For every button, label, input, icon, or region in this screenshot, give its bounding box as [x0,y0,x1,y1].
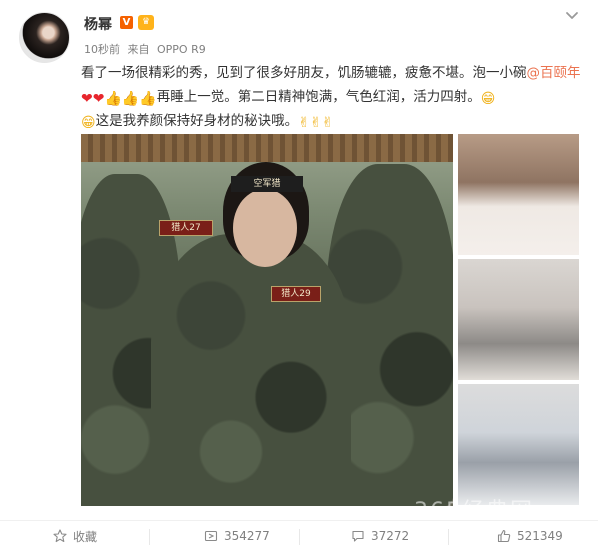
post-text: 看了一场很精彩的秀，见到了很多好朋友，饥肠辘辘，疲惫不堪。泡一小碗@百颐年❤❤👍… [81,61,581,133]
thumbnail-photo-1[interactable] [458,134,579,255]
avatar[interactable] [19,12,70,63]
post-time[interactable]: 10秒前 [84,43,120,56]
heart-icon: ❤ [81,91,93,107]
user-name[interactable]: 杨幂 [84,14,112,34]
post-source: OPPO R9 [157,43,206,56]
victory-hand-icon: ✌ [309,115,322,131]
comment-count: 37272 [371,529,410,543]
heart-icon: ❤ [92,91,105,107]
like-button[interactable]: 521349 [497,522,563,550]
action-separator [299,529,300,545]
source-prefix: 来自 [127,43,150,56]
member-badge[interactable]: ♛ [138,15,154,30]
thumbs-up-icon: 👍 [121,91,140,107]
post-text-line3: 这是我养颜保持好身材的秘诀哦。 [95,113,299,129]
soldier-center [151,234,351,506]
verified-badge[interactable]: V [120,16,133,29]
grin-emoji-icon: 😁 [480,91,496,107]
face [233,189,297,267]
name-patch-left: 猎人27 [159,220,213,236]
favorite-button[interactable]: 收藏 [53,522,97,550]
action-bar-divider [0,520,598,521]
mention-link[interactable]: @百颐年 [527,65,581,81]
victory-hand-icon: ✌ [321,115,334,131]
victory-hand-icon: ✌ [298,115,310,131]
repost-button[interactable]: 354277 [204,522,270,550]
main-photo[interactable]: 空军猎 猎人27 猎人29 [81,134,453,506]
grin-emoji-icon: 😁 [81,115,96,131]
weibo-post-card: 杨幂 V ♛ 10秒前 来自 OPPO R9 看了一场很精彩的秀，见到了很多好朋… [0,0,598,552]
comment-icon [352,530,364,542]
post-text-line2: 再睡上一觉。第二日精神饱满，气色红润，活力四射。 [156,89,481,105]
carried-log [81,134,453,162]
repost-icon [204,530,218,542]
action-separator [149,529,150,545]
chevron-down-icon[interactable] [565,9,579,23]
thumbs-up-icon: 👍 [104,91,122,107]
post-meta: 10秒前 来自 OPPO R9 [84,41,206,57]
thumbs-up-icon: 👍 [139,91,157,107]
thumbnail-photo-2[interactable] [458,259,579,380]
star-icon [53,529,67,543]
name-patch-center: 猎人29 [271,286,321,302]
headband: 空军猎 [231,176,303,192]
comment-button[interactable]: 37272 [351,522,409,550]
action-separator [448,529,449,545]
like-count: 521349 [517,529,563,543]
favorite-label: 收藏 [73,529,98,544]
repost-count: 354277 [224,529,270,543]
post-text-line1: 看了一场很精彩的秀，见到了很多好朋友，饥肠辘辘，疲惫不堪。泡一小碗 [81,65,527,81]
thumbnail-photo-3[interactable] [458,384,579,505]
thumbs-up-icon [497,529,511,543]
